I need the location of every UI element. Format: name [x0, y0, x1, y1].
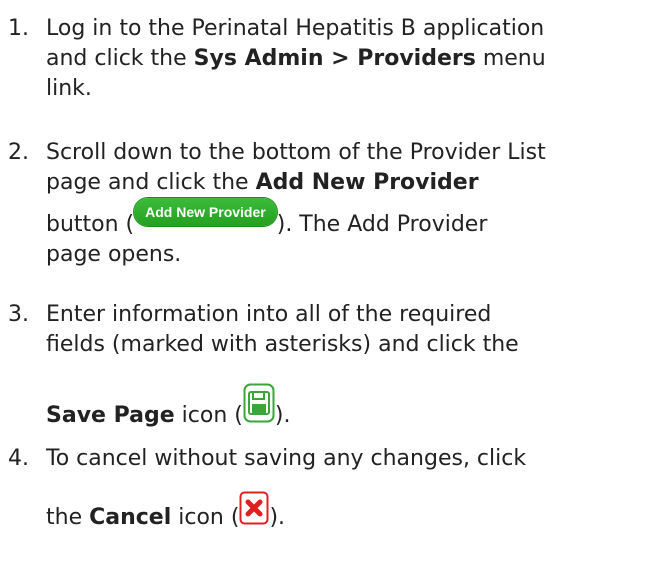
step-line: Scroll down to the bottom of the Provide…	[46, 140, 546, 165]
text-run: button (	[46, 212, 135, 237]
step-text: Log in to the Perinatal Hepatitis B appl…	[46, 14, 666, 104]
text-run: ).	[274, 403, 291, 428]
text-run: icon (	[171, 505, 240, 530]
icon-name: Save Page	[46, 403, 175, 428]
step-line: and click the Sys Admin > Providers menu	[46, 44, 666, 74]
step-line: link.	[46, 76, 92, 101]
step-line: page and click the Add New Provider	[46, 168, 666, 198]
menu-path: Sys Admin > Providers	[193, 46, 476, 71]
add-new-provider-button[interactable]: Add New Provider	[134, 198, 277, 226]
save-floppy-icon[interactable]	[243, 383, 275, 423]
step-line: Log in to the Perinatal Hepatitis B appl…	[46, 16, 545, 41]
text-run: the	[46, 505, 90, 530]
cancel-x-icon[interactable]	[239, 491, 269, 525]
icon-name: Cancel	[89, 505, 172, 530]
step-line: Save Page icon ().	[46, 382, 666, 431]
step-number: 1.	[8, 16, 29, 41]
step-text: Enter information into all of the requir…	[46, 300, 666, 431]
text-run: ). The Add Provider	[276, 212, 488, 237]
text-run: menu	[475, 46, 546, 71]
step-line: button (Add New Provider). The Add Provi…	[46, 198, 666, 240]
step-number: 4.	[8, 446, 29, 471]
step-number: 3.	[8, 302, 29, 327]
text-run: ).	[269, 505, 286, 530]
step-line: To cancel without saving any changes, cl…	[46, 446, 527, 471]
step-line: fields (marked with asterisks) and click…	[46, 332, 519, 357]
step-line: the Cancel icon ().	[46, 490, 666, 533]
step-line: Enter information into all of the requir…	[46, 302, 492, 327]
step-text: Scroll down to the bottom of the Provide…	[46, 138, 666, 270]
text-run: and click the	[46, 46, 194, 71]
step-number: 2.	[8, 140, 29, 165]
text-run: icon (	[174, 403, 243, 428]
step-text: To cancel without saving any changes, cl…	[46, 444, 666, 533]
button-name: Add New Provider	[255, 170, 479, 195]
step-line: page opens.	[46, 242, 182, 267]
text-run: page and click the	[46, 170, 256, 195]
